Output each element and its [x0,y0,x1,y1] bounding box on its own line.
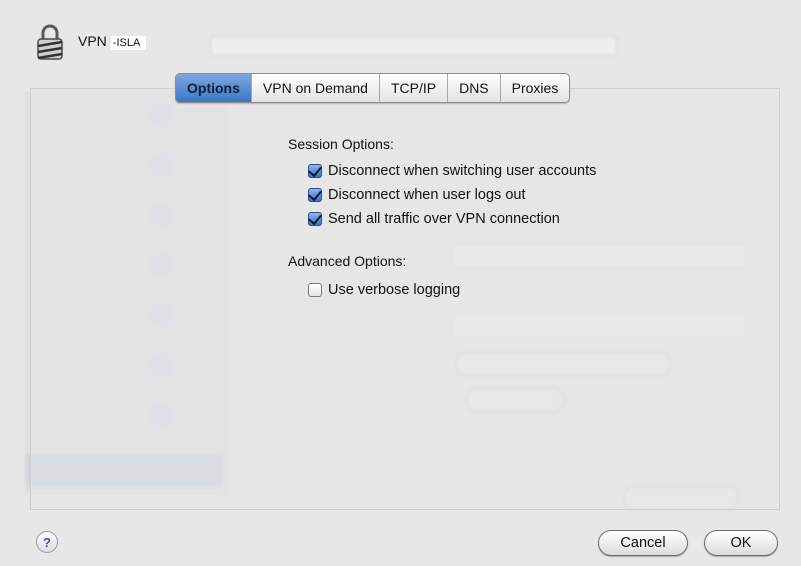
option-disconnect-logout[interactable]: Disconnect when user logs out [308,187,525,203]
option-send-all-traffic[interactable]: Send all traffic over VPN connection [308,211,560,227]
option-verbose-logging[interactable]: Use verbose logging [308,282,460,298]
options-sheet [30,88,780,510]
advanced-options-heading: Advanced Options: [288,253,407,269]
vpn-service-title: VPN -ISLA [78,33,147,50]
option-disconnect-switching-users[interactable]: Disconnect when switching user accounts [308,163,596,179]
tab-dns[interactable]: DNS [447,74,500,102]
preferences-window: VPN -ISLA Options VPN on Demand TCP/IP DN… [0,0,801,566]
lock-icon[interactable] [34,22,66,62]
tab-proxies[interactable]: Proxies [499,74,570,102]
option-label: Disconnect when switching user accounts [328,163,597,179]
tab-bar: Options VPN on Demand TCP/IP DNS Proxies [175,73,571,103]
tab-tcp-ip[interactable]: TCP/IP [378,74,447,102]
session-options-heading: Session Options: [288,136,394,152]
ok-button[interactable]: OK [704,530,778,556]
checkbox-icon[interactable] [308,164,322,178]
tab-options[interactable]: Options [176,74,251,102]
option-label: Use verbose logging [328,282,461,298]
tab-vpn-on-demand[interactable]: VPN on Demand [250,74,379,102]
location-popup [210,36,617,56]
option-label: Disconnect when user logs out [328,187,526,203]
vpn-subtitle-text: -ISLA [110,36,147,50]
cancel-button[interactable]: Cancel [598,530,688,556]
help-icon: ? [43,534,51,550]
checkbox-icon[interactable] [308,188,322,202]
option-label: Send all traffic over VPN connection [328,211,560,227]
checkbox-icon[interactable] [308,283,322,297]
checkbox-icon[interactable] [308,212,322,226]
help-button[interactable]: ? [36,531,58,553]
vpn-title-text: VPN [78,33,107,49]
